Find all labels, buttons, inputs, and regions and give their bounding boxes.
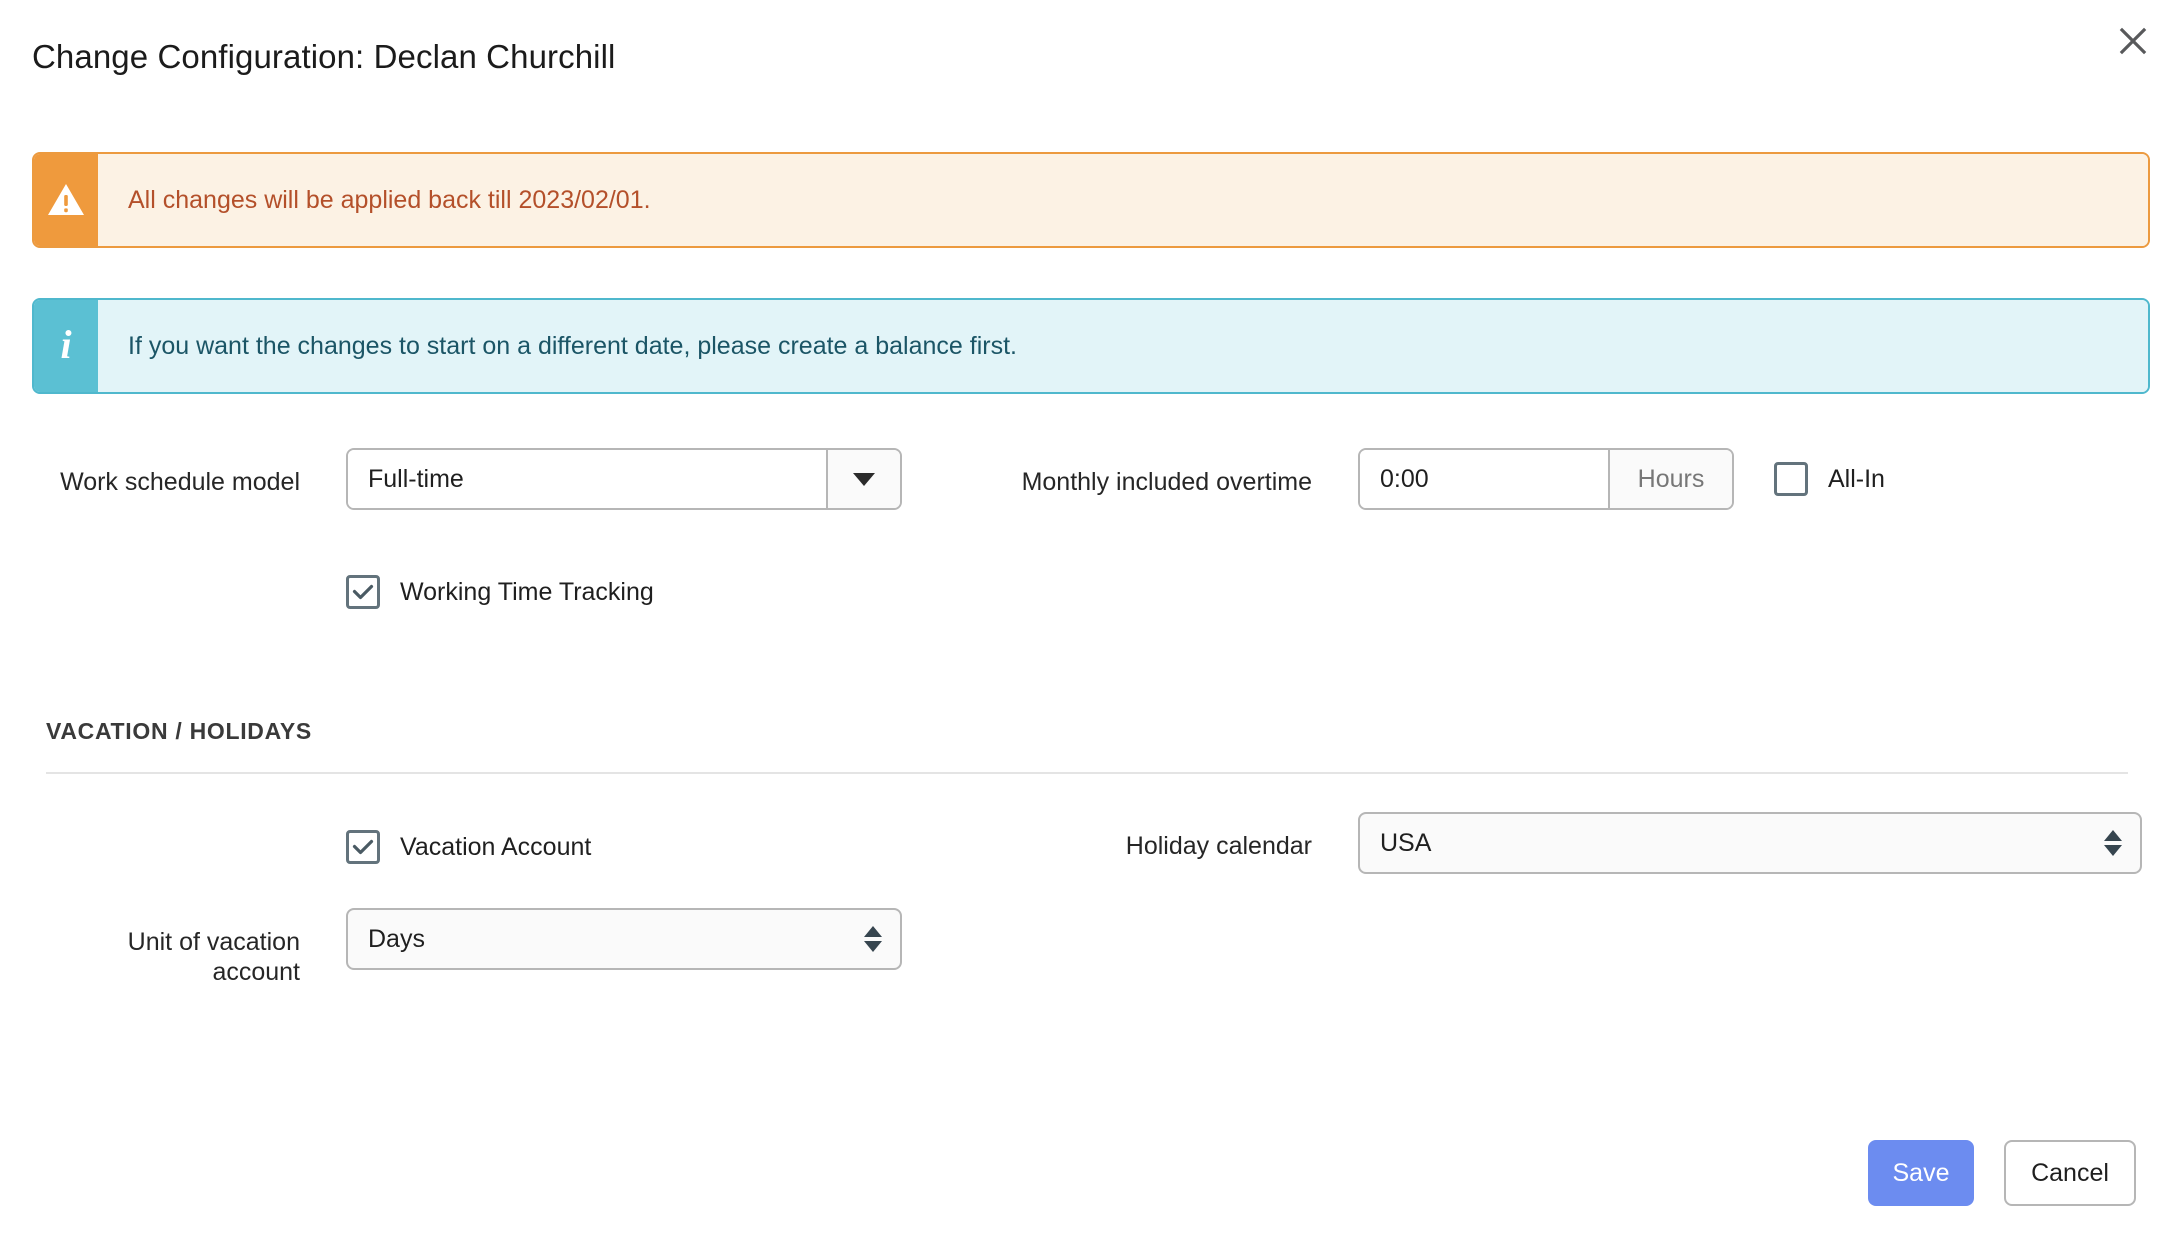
change-configuration-dialog: Change Configuration: Declan Churchill A… xyxy=(0,0,2182,1240)
stepper-arrows-icon[interactable] xyxy=(864,926,882,952)
info-circle-icon: i xyxy=(34,300,98,392)
warning-alert: All changes will be applied back till 20… xyxy=(32,152,2150,248)
info-alert-message: If you want the changes to start on a di… xyxy=(98,300,2148,392)
holiday-calendar-label: Holiday calendar xyxy=(1000,832,1312,862)
stepper-arrows-icon[interactable] xyxy=(2104,830,2122,856)
all-in-label: All-In xyxy=(1828,465,1885,494)
close-icon[interactable] xyxy=(2110,18,2156,64)
unit-of-vacation-account-select[interactable]: Days xyxy=(346,908,902,970)
cancel-button[interactable]: Cancel xyxy=(2004,1140,2136,1206)
warning-alert-message: All changes will be applied back till 20… xyxy=(98,154,2148,246)
page-title: Change Configuration: Declan Churchill xyxy=(32,38,615,76)
section-heading-vacation-holidays: VACATION / HOLIDAYS xyxy=(46,718,312,745)
hours-unit-addon: Hours xyxy=(1608,450,1732,508)
dialog-header: Change Configuration: Declan Churchill xyxy=(0,0,2182,92)
holiday-calendar-value: USA xyxy=(1380,829,2104,858)
work-schedule-model-label: Work schedule model xyxy=(50,468,300,498)
info-glyph: i xyxy=(60,325,71,368)
vacation-account-checkbox[interactable] xyxy=(346,830,380,864)
work-schedule-model-value: Full-time xyxy=(348,450,826,508)
work-schedule-model-select[interactable]: Full-time xyxy=(346,448,902,510)
monthly-included-overtime-label: Monthly included overtime xyxy=(900,468,1312,498)
working-time-tracking-row[interactable]: Working Time Tracking xyxy=(346,575,654,609)
vacation-account-label: Vacation Account xyxy=(400,833,591,862)
save-button[interactable]: Save xyxy=(1868,1140,1974,1206)
info-alert: i If you want the changes to start on a … xyxy=(32,298,2150,394)
unit-of-vacation-account-value: Days xyxy=(368,925,864,954)
chevron-down-icon[interactable] xyxy=(826,450,900,508)
working-time-tracking-checkbox[interactable] xyxy=(346,575,380,609)
warning-triangle-icon xyxy=(34,154,98,246)
unit-of-vacation-account-label-line1: Unit of vacation xyxy=(86,928,300,958)
working-time-tracking-label: Working Time Tracking xyxy=(400,578,654,607)
section-divider xyxy=(46,772,2128,774)
monthly-included-overtime-input[interactable]: 0:00 Hours xyxy=(1358,448,1734,510)
holiday-calendar-select[interactable]: USA xyxy=(1358,812,2142,874)
monthly-included-overtime-value: 0:00 xyxy=(1360,450,1608,508)
all-in-checkbox-row[interactable]: All-In xyxy=(1774,462,1885,496)
unit-of-vacation-account-label-line2: account xyxy=(86,958,300,988)
all-in-checkbox[interactable] xyxy=(1774,462,1808,496)
unit-of-vacation-account-label: Unit of vacation account xyxy=(86,928,300,987)
vacation-account-row[interactable]: Vacation Account xyxy=(346,830,591,864)
